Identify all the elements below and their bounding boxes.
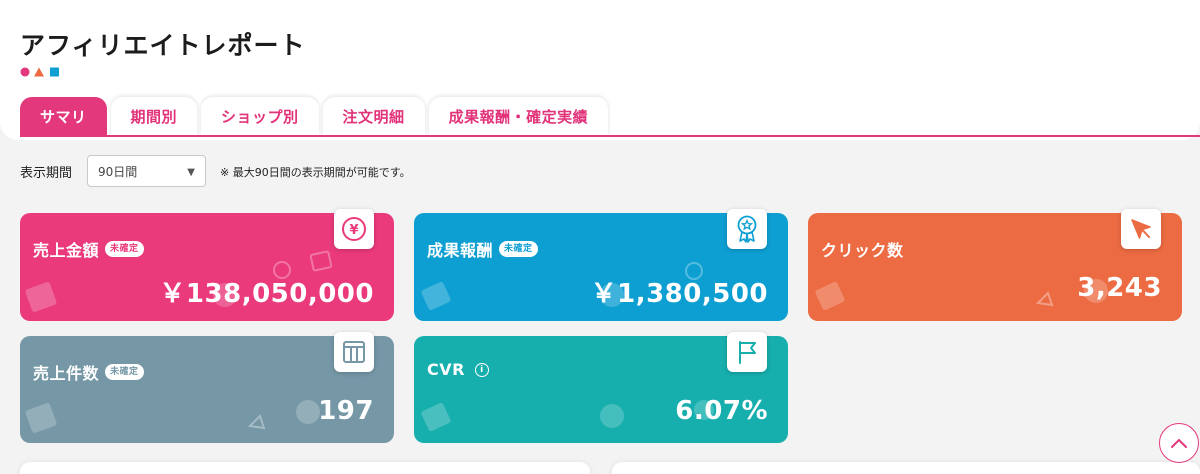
cursor-icon	[1121, 209, 1161, 249]
unconfirmed-badge: 未確定	[105, 364, 144, 380]
card-clicks-value: 3,243	[1077, 273, 1162, 303]
card-clicks-label: クリック数	[821, 241, 904, 260]
period-select-value: 90日間	[98, 164, 138, 179]
tab-reward-confirmed[interactable]: 成果報酬・確定実績	[428, 97, 609, 136]
title-decoration-icon	[20, 67, 62, 77]
unconfirmed-badge: 未確定	[499, 241, 538, 257]
card-cvr-label: CVR	[427, 360, 465, 379]
card-reward-label: 成果報酬	[427, 241, 494, 260]
svg-text:¥: ¥	[349, 223, 358, 238]
card-sales-count-value: 197	[318, 396, 374, 426]
tab-order-details[interactable]: 注文明細	[322, 97, 425, 136]
page-title: アフィリエイトレポート	[20, 31, 306, 60]
tab-summary[interactable]: サマリ	[20, 97, 107, 136]
period-label: 表示期間	[20, 166, 73, 181]
card-cvr-value: 6.07%	[675, 396, 768, 426]
ribbon-star-icon	[727, 209, 767, 249]
card-sales-amount-label: 売上金額	[33, 241, 100, 260]
info-icon[interactable]: i	[474, 362, 489, 377]
period-select[interactable]: 90日間 ▼	[87, 155, 206, 187]
tab-underline	[20, 135, 1200, 137]
unconfirmed-badge: 未確定	[105, 241, 144, 257]
card-sales-count-label: 売上件数	[33, 364, 100, 383]
caret-down-icon: ▼	[187, 167, 195, 178]
card-reward-value: ￥1,380,500	[590, 279, 768, 309]
period-note: ※ 最大90日間の表示期間が可能です。	[220, 166, 411, 179]
tab-by-shop[interactable]: ショップ別	[201, 97, 319, 136]
card-sales-amount-value: ￥138,050,000	[159, 279, 374, 309]
flag-icon	[727, 332, 767, 372]
chevron-up-icon	[1171, 439, 1187, 448]
bottom-panel-left	[20, 462, 590, 474]
tab-by-period[interactable]: 期間別	[110, 97, 198, 136]
bottom-panel-right	[612, 462, 1200, 474]
scroll-to-top-button[interactable]	[1159, 423, 1199, 463]
box-icon	[334, 332, 374, 372]
tab-bar: サマリ 期間別 ショップ別 注文明細 成果報酬・確定実績	[20, 97, 609, 136]
yen-icon: ¥	[334, 209, 374, 249]
